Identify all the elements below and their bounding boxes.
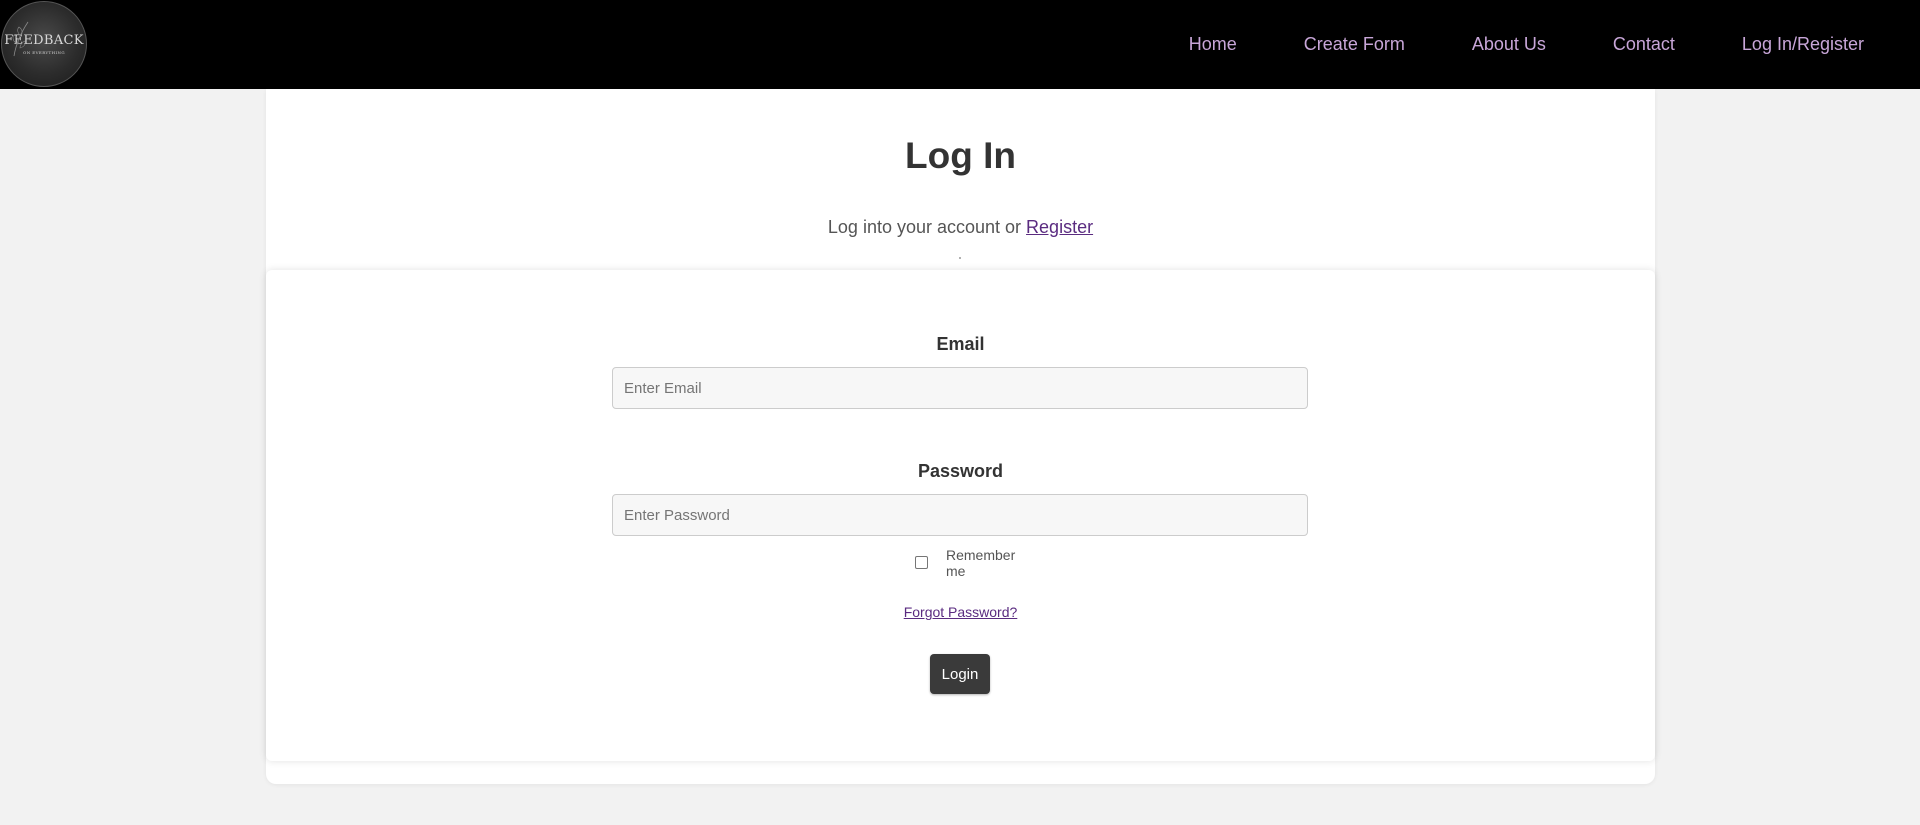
login-form-card: Email Password Remember me Forgot Passwo… [266,270,1655,761]
leaf-icon [12,21,29,57]
register-link[interactable]: Register [1026,217,1093,237]
password-label: Password [917,461,1004,481]
feedback-logo[interactable]: FEEDBACK ON EVERYTHING [1,1,87,87]
nav-login-register-link[interactable]: Log In/Register [1742,34,1864,55]
password-input[interactable] [612,494,1308,536]
nav-contact-link[interactable]: Contact [1613,34,1675,55]
subtitle-text: Log into your account or [827,217,1022,237]
main-nav: Home Create Form About Us Contact Log In… [1189,0,1920,89]
remember-me-checkbox[interactable] [915,556,928,569]
email-input[interactable] [612,367,1308,409]
login-button[interactable]: Login [930,654,990,694]
remember-me-label: Remember me [946,547,1016,579]
forgot-password-row: Forgot Password? [266,604,1655,620]
page-title: Log In [905,135,1016,176]
email-label: Email [936,334,985,354]
forgot-password-link[interactable]: Forgot Password? [904,604,1018,620]
nav-about-us-link[interactable]: About Us [1472,34,1546,55]
nav-create-form-link[interactable]: Create Form [1304,34,1405,55]
divider-dot [959,257,961,259]
nav-home-link[interactable]: Home [1189,34,1237,55]
login-subtitle: Log into your account or Register [266,217,1655,238]
top-navbar: FEEDBACK ON EVERYTHING Home Create Form … [0,0,1920,89]
